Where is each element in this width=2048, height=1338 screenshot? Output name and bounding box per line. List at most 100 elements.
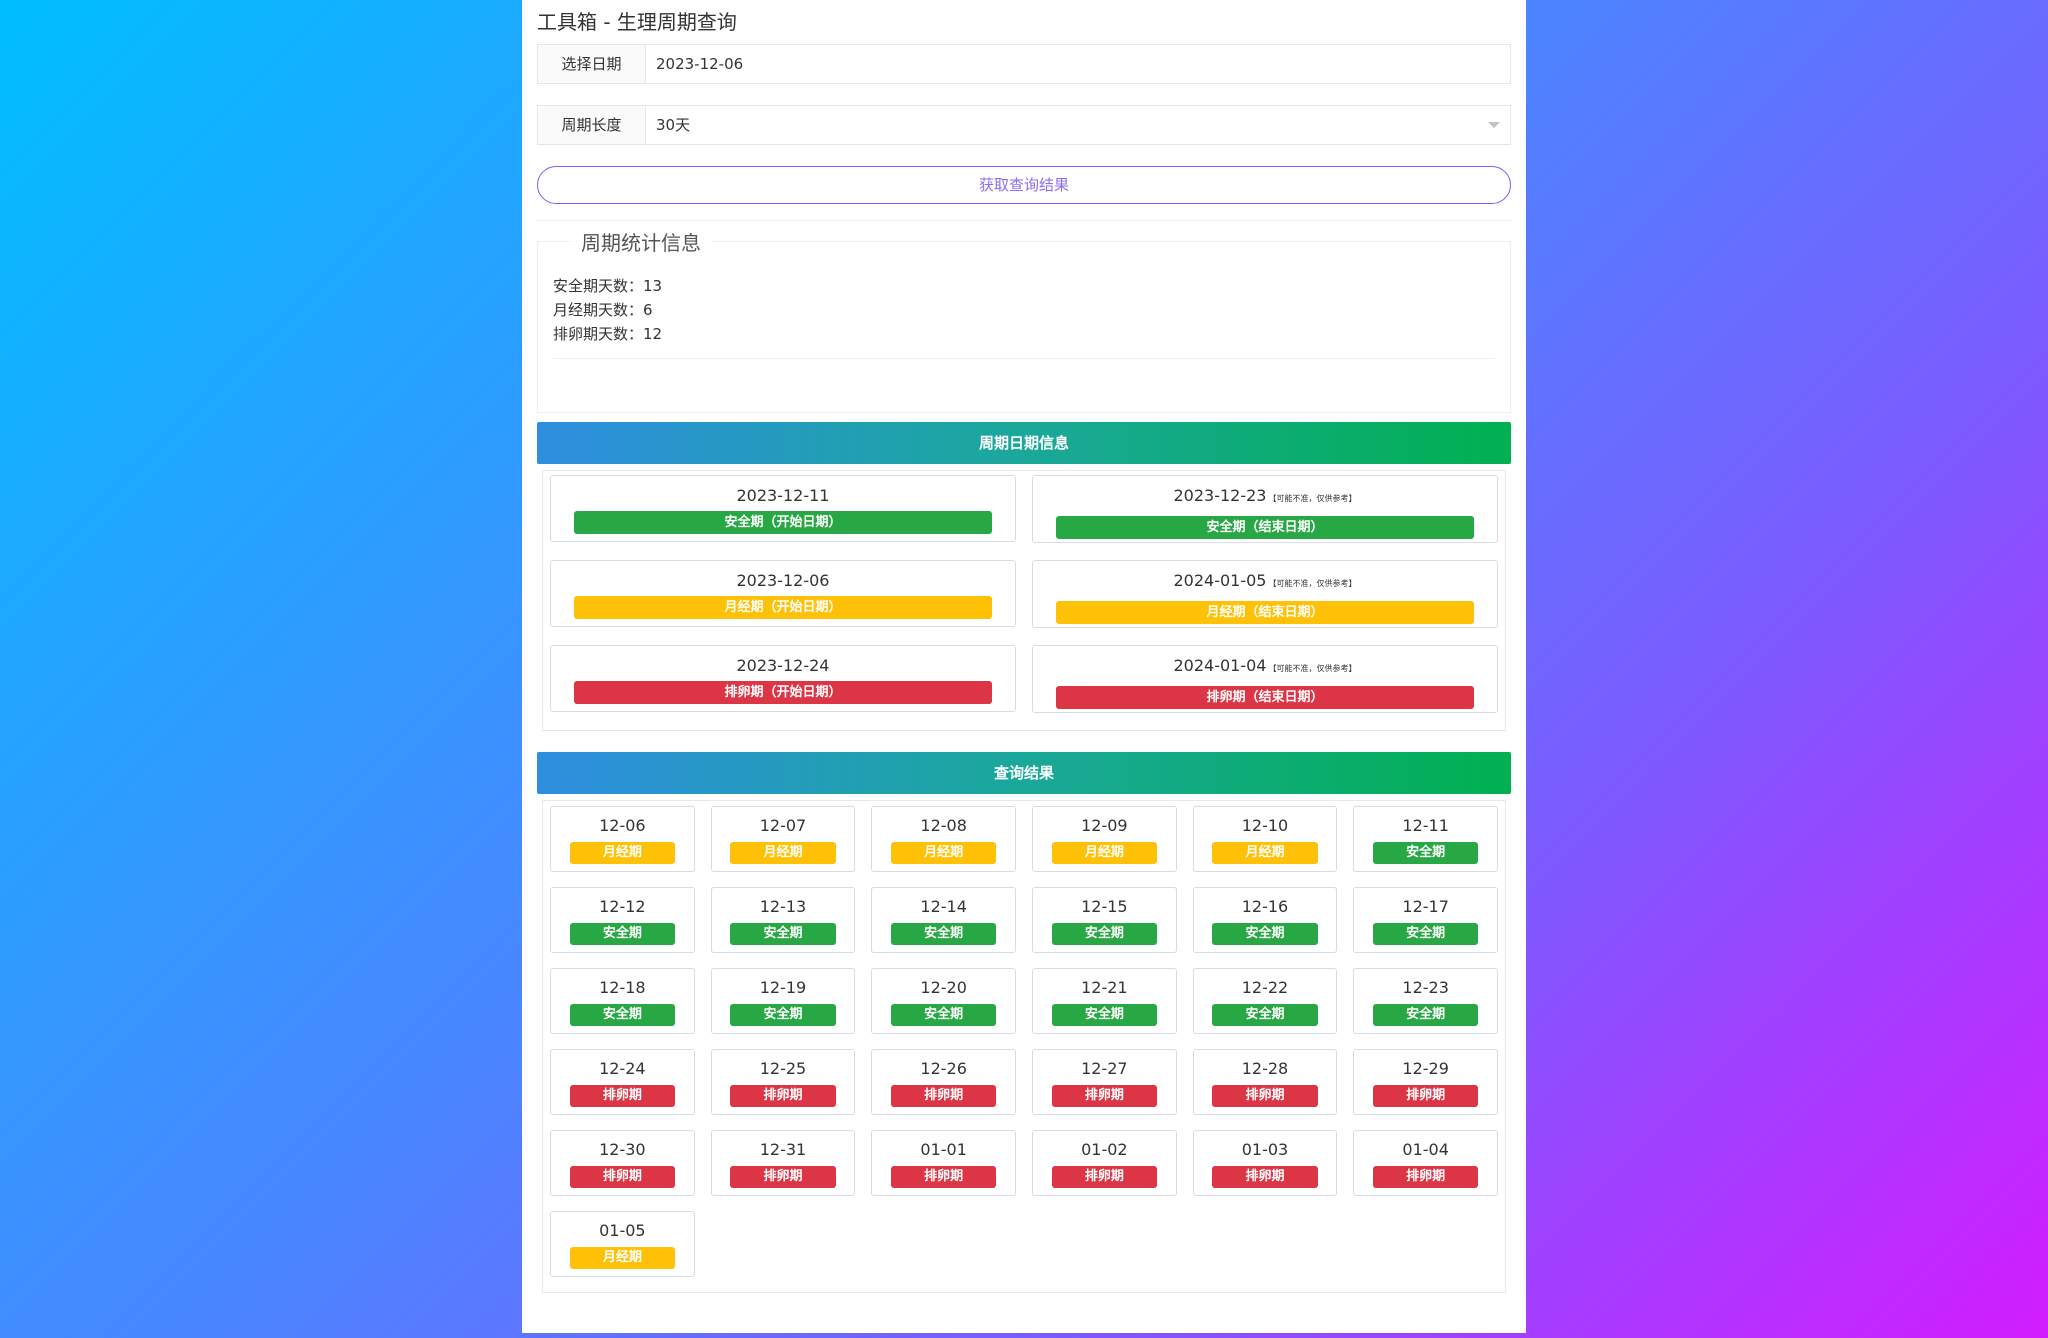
results-heading: 查询结果: [537, 752, 1511, 794]
day-card: 12-08 月经期: [871, 806, 1016, 872]
day-card-date: 12-20: [920, 978, 967, 997]
day-card-date: 12-13: [759, 897, 807, 916]
day-card: 12-22 安全期: [1192, 968, 1338, 1034]
day-card-badge: 月经期: [1051, 842, 1158, 864]
cycle-label: 周期长度: [538, 106, 646, 144]
day-card-badge: 排卵期: [1212, 1085, 1318, 1107]
period-date-text: 2023-12-06: [736, 571, 830, 590]
day-card-badge: 月经期: [1212, 842, 1318, 864]
chevron-down-icon[interactable]: [1488, 122, 1500, 128]
day-card-badge: 安全期: [1212, 923, 1318, 945]
day-card-badge: 排卵期: [890, 1166, 997, 1188]
day-card-badge: 排卵期: [569, 1085, 676, 1107]
day-card: 12-21 安全期: [1032, 968, 1177, 1034]
day-card-badge: 排卵期: [1372, 1085, 1479, 1107]
day-card: 12-13 安全期: [710, 887, 856, 953]
day-card-badge: 排卵期: [1212, 1166, 1318, 1188]
day-card: 12-12 安全期: [550, 887, 695, 953]
day-card-badge: 排卵期: [730, 1166, 836, 1188]
period-card-note: 【可能不准，仅供参考】: [1268, 494, 1357, 503]
period-card: 2024-01-05 【可能不准，仅供参考】月经期（结束日期）: [1032, 560, 1498, 628]
day-card-date: 12-11: [1402, 816, 1449, 835]
day-card-date: 12-21: [1081, 978, 1128, 997]
period-date-text: 2023-12-24: [736, 656, 830, 675]
period-date-text: 2023-12-23: [1173, 486, 1267, 505]
period-card-date: 2023-12-11: [551, 486, 1015, 506]
day-card-date: 12-28: [1241, 1059, 1289, 1078]
day-card-badge: 安全期: [1051, 923, 1158, 945]
day-card: 12-24 排卵期: [550, 1049, 695, 1115]
stat-ovulation-days: 排卵期天数：12: [553, 325, 663, 343]
period-card: 2023-12-11 安全期（开始日期）: [550, 475, 1016, 542]
day-card-badge: 排卵期: [890, 1085, 997, 1107]
day-card: 12-15 安全期: [1032, 887, 1177, 953]
day-card: 12-07 月经期: [710, 806, 856, 872]
stats-panel: 周期统计信息 安全期天数：13 月经期天数：6 排卵期天数：12: [537, 227, 1511, 413]
day-card-date: 12-19: [759, 978, 807, 997]
period-card: 2023-12-24 排卵期（开始日期）: [550, 645, 1016, 712]
period-card-date: 2023-12-24: [551, 656, 1015, 676]
day-card-date: 12-27: [1081, 1059, 1128, 1078]
date-label: 选择日期: [538, 45, 646, 83]
period-date-text: 2024-01-05: [1173, 571, 1267, 590]
period-date-text: 2024-01-04: [1173, 656, 1267, 675]
day-card: 12-25 排卵期: [710, 1049, 856, 1115]
day-card-badge: 月经期: [890, 842, 997, 864]
day-card-date: 12-23: [1402, 978, 1449, 997]
day-card-badge: 月经期: [730, 842, 836, 864]
results-box: 12-06 月经期 12-07 月经期 12-08 月经期 12-09 月经期 12-10 月经期…: [542, 800, 1506, 1293]
day-card: 01-03 排卵期: [1192, 1130, 1338, 1196]
query-button[interactable]: 获取查询结果: [537, 166, 1511, 204]
cycle-row: 周期长度 30天: [537, 105, 1511, 145]
period-card-badge: 月经期（结束日期）: [1056, 601, 1474, 624]
day-card: 12-18 安全期: [550, 968, 695, 1034]
day-card-badge: 安全期: [1212, 1004, 1318, 1026]
day-card-date: 12-24: [599, 1059, 646, 1078]
day-card-badge: 月经期: [569, 1247, 676, 1269]
day-card-badge: 安全期: [1372, 923, 1479, 945]
period-card-date: 2024-01-04 【可能不准，仅供参考】: [1033, 656, 1497, 679]
day-card-date: 12-17: [1402, 897, 1449, 916]
day-card: 12-20 安全期: [871, 968, 1016, 1034]
stat-safe-days: 安全期天数：13: [553, 277, 663, 295]
period-card-note: 【可能不准，仅供参考】: [1268, 579, 1357, 588]
day-card-date: 01-02: [1081, 1140, 1128, 1159]
cycle-select[interactable]: 30天: [646, 106, 1510, 144]
page-title: 工具箱 - 生理周期查询: [537, 10, 737, 34]
day-card: 01-05 月经期: [550, 1211, 695, 1277]
day-card-badge: 安全期: [569, 1004, 676, 1026]
day-card: 12-19 安全期: [710, 968, 856, 1034]
day-card: 12-16 安全期: [1192, 887, 1338, 953]
date-row: 选择日期 2023-12-06: [537, 44, 1511, 84]
results-grid: 12-06 月经期 12-07 月经期 12-08 月经期 12-09 月经期 12-10 月经期…: [550, 806, 1498, 1292]
day-card-date: 12-08: [920, 816, 967, 835]
stats-legend: 周期统计信息: [581, 231, 701, 255]
stat-menstrual-days: 月经期天数：6: [553, 301, 653, 319]
day-card: 12-27 排卵期: [1032, 1049, 1177, 1115]
day-card-date: 12-25: [759, 1059, 807, 1078]
period-card-badge: 排卵期（开始日期）: [574, 681, 992, 704]
day-card: 12-23 安全期: [1353, 968, 1498, 1034]
day-card-badge: 排卵期: [1372, 1166, 1479, 1188]
divider: [537, 220, 1511, 221]
day-card-badge: 安全期: [890, 1004, 997, 1026]
period-card-badge: 安全期（开始日期）: [574, 511, 992, 534]
day-card-date: 01-01: [920, 1140, 967, 1159]
period-card: 2023-12-06 月经期（开始日期）: [550, 560, 1016, 627]
period-card: 2024-01-04 【可能不准，仅供参考】 排卵期（结束日期）: [1032, 645, 1498, 713]
period-info-heading: 周期日期信息: [537, 422, 1511, 464]
day-card-date: 12-09: [1081, 816, 1128, 835]
day-card-date: 12-26: [920, 1059, 967, 1078]
date-input[interactable]: 2023-12-06: [646, 45, 1510, 83]
day-card-date: 12-14: [920, 897, 967, 916]
day-card: 12-29 排卵期: [1353, 1049, 1498, 1115]
period-info-box: 2023-12-11 安全期（开始日期） 2023-12-23 【可能不准，仅供参考】…: [542, 470, 1506, 731]
day-card: 12-26 排卵期: [871, 1049, 1016, 1115]
day-card: 01-04 排卵期: [1353, 1130, 1498, 1196]
day-card: 01-02 排卵期: [1032, 1130, 1177, 1196]
day-card: 12-17 安全期: [1353, 887, 1498, 953]
day-card-date: 12-12: [599, 897, 646, 916]
day-card: 12-09 月经期: [1032, 806, 1177, 872]
day-card-date: 01-04: [1402, 1140, 1449, 1159]
day-card-badge: 安全期: [1051, 1004, 1158, 1026]
